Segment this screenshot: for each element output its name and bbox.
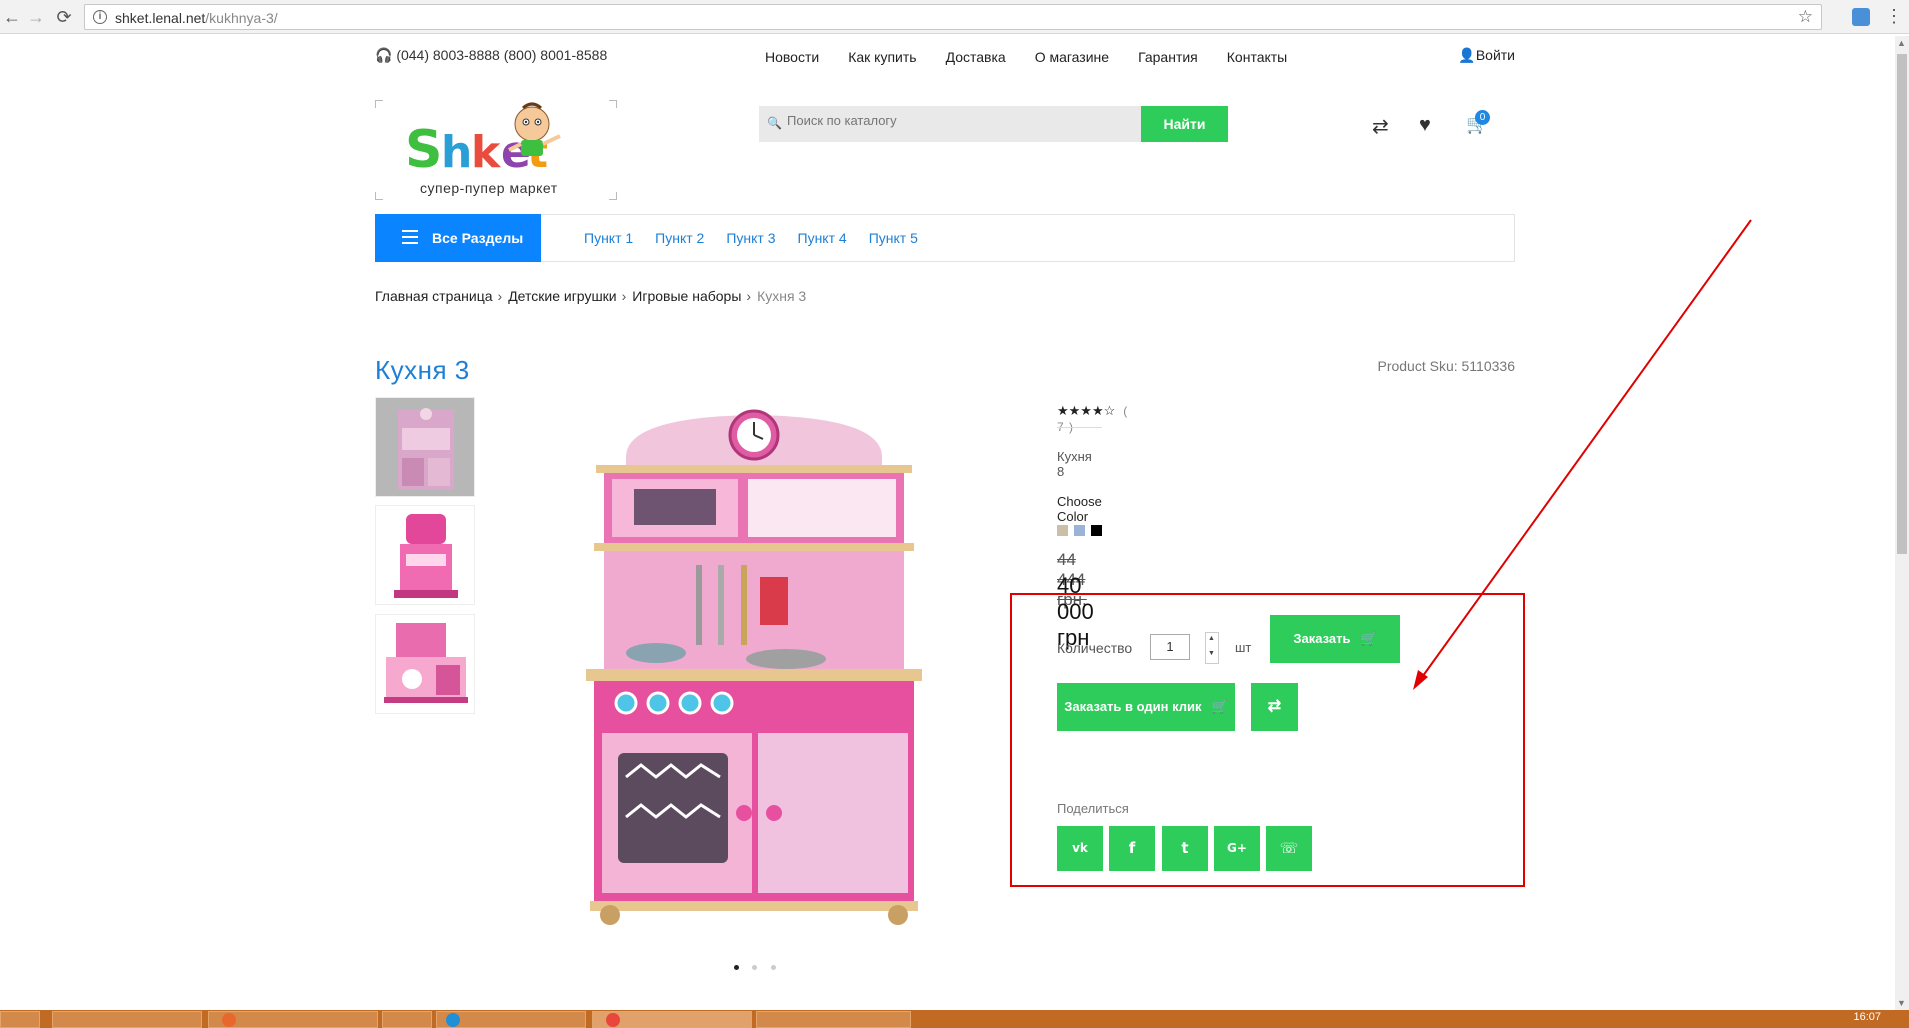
os-taskbar: 16:07 — [0, 1010, 1909, 1028]
choose-color-label: Choose Color — [1057, 494, 1102, 524]
rating-stars-icon: ★★★★☆ — [1057, 403, 1116, 418]
product-model: Кухня 8 — [1057, 449, 1092, 479]
firefox-icon — [222, 1013, 236, 1027]
taskbar-item[interactable] — [382, 1011, 432, 1028]
color-swatch-blue[interactable] — [1074, 525, 1085, 536]
taskbar-item[interactable] — [756, 1011, 911, 1028]
taskbar-clock: 16:07 — [1853, 1011, 1881, 1023]
annotation-highlight-box — [1010, 593, 1525, 887]
color-swatch-beige[interactable] — [1057, 525, 1068, 536]
color-swatch-black[interactable] — [1091, 525, 1102, 536]
taskbar-item[interactable] — [52, 1011, 202, 1028]
product-info-layer: ★★★★☆( 7 ) Кухня 8 Choose Color 44 444 г… — [0, 0, 1909, 1028]
chrome-icon — [606, 1013, 620, 1027]
start-button[interactable] — [0, 1011, 40, 1028]
skype-icon — [446, 1013, 460, 1027]
product-rating[interactable]: ★★★★☆( 7 ) — [1057, 403, 1128, 434]
divider — [1057, 427, 1102, 428]
